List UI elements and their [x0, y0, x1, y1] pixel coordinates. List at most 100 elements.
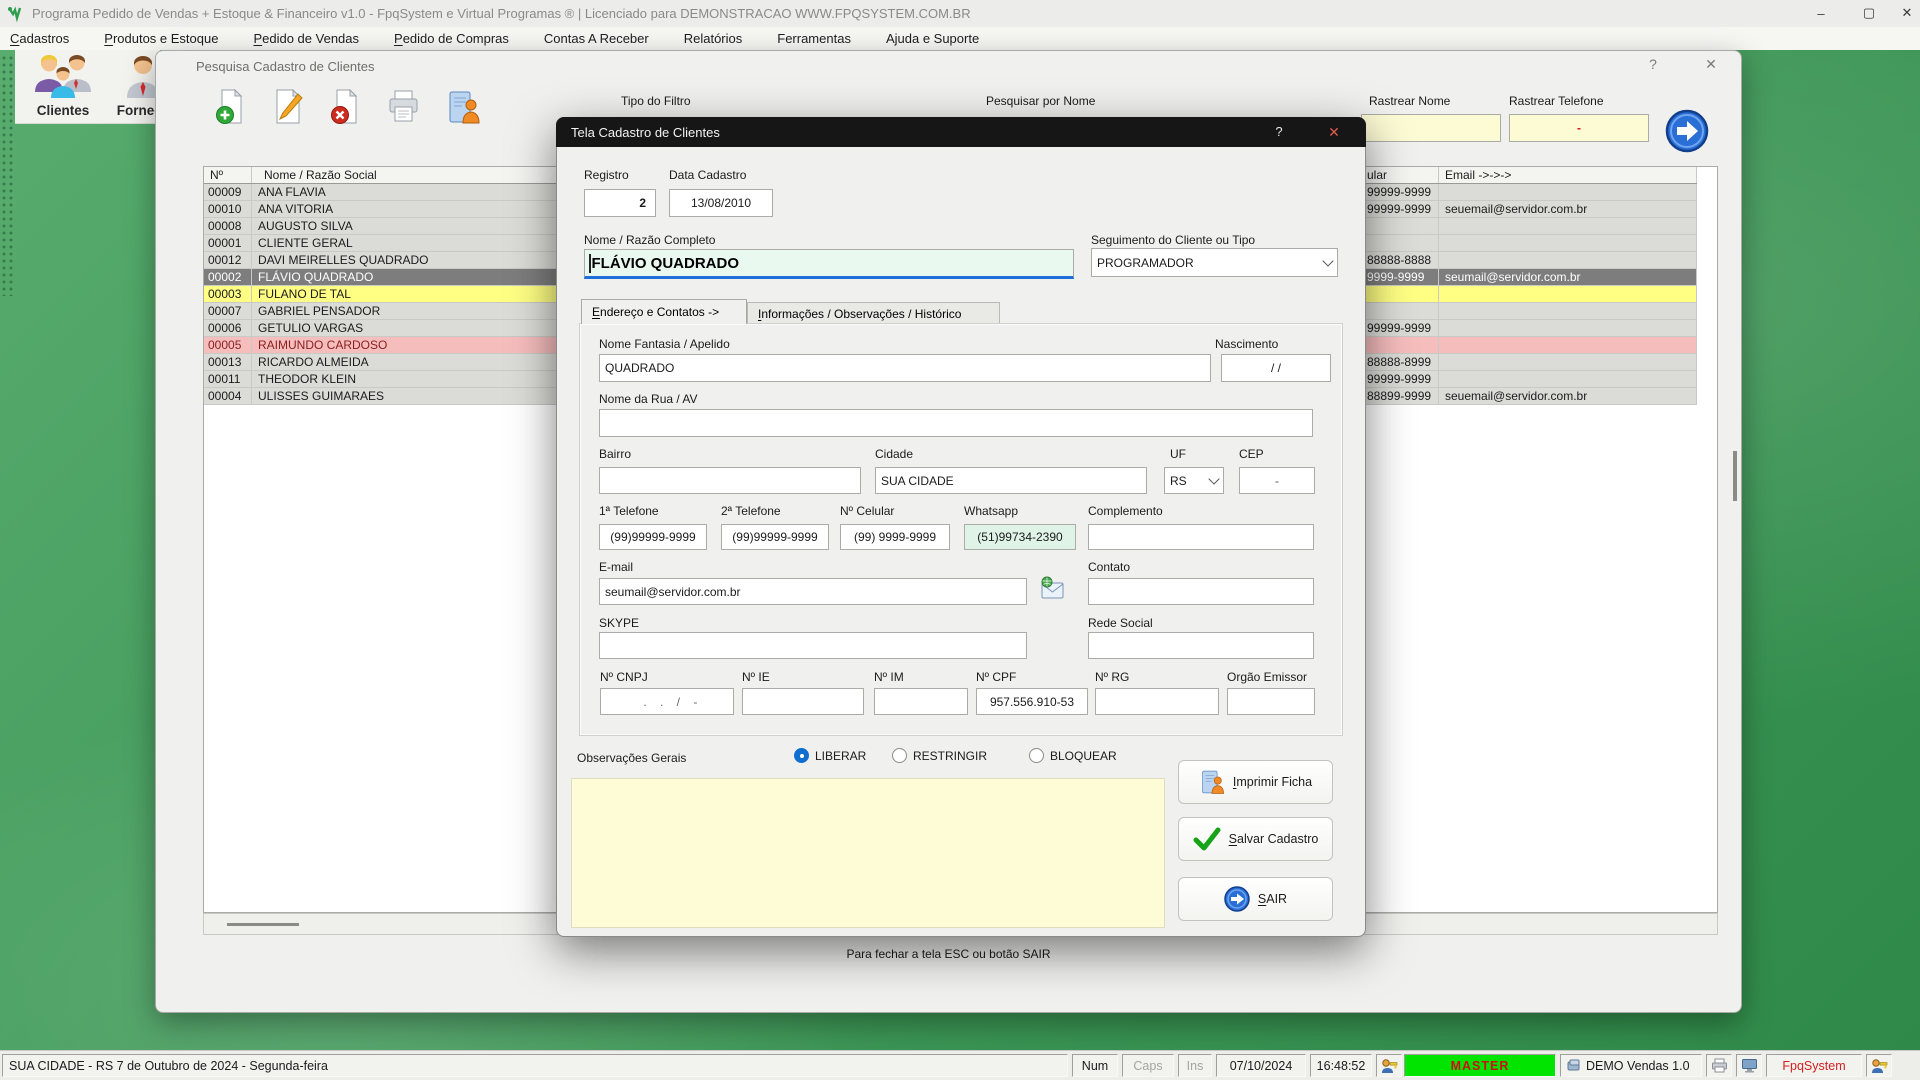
header-num[interactable]: Nº: [204, 167, 252, 183]
nascimento-input[interactable]: [1221, 354, 1331, 382]
close-button[interactable]: ✕: [1890, 0, 1920, 26]
seguimento-value: PROGRAMADOR: [1097, 256, 1194, 270]
monitor-icon: [1741, 1058, 1758, 1073]
cell-cel: 88888-8999: [1364, 354, 1439, 370]
rua-input[interactable]: [599, 409, 1313, 437]
im-input[interactable]: [874, 688, 968, 715]
status-location: SUA CIDADE - RS 7 de Outubro de 2024 - S…: [2, 1054, 1068, 1077]
tab-endereco-contatos[interactable]: Endereço e Contatos ->: [581, 299, 747, 324]
print-list-button[interactable]: [383, 87, 423, 127]
skype-input[interactable]: [599, 632, 1027, 659]
pesquisa-help-button[interactable]: ?: [1640, 56, 1666, 72]
telefone1-input[interactable]: [599, 524, 707, 550]
minimize-button[interactable]: –: [1804, 0, 1838, 26]
modal-help-button[interactable]: ?: [1268, 124, 1290, 139]
contato-input[interactable]: [1088, 578, 1314, 605]
observacoes-textarea[interactable]: [571, 778, 1165, 928]
cell-cel: 88888-8888: [1364, 252, 1439, 268]
cnpj-input[interactable]: [600, 688, 734, 715]
cell-num: 00013: [204, 354, 252, 370]
rg-input[interactable]: [1095, 688, 1219, 715]
menu-ajuda-e-suporte[interactable]: Ajuda e Suporte: [886, 31, 979, 46]
send-email-button[interactable]: [1039, 576, 1065, 605]
cell-email: [1439, 235, 1697, 251]
uf-select[interactable]: RS: [1164, 467, 1224, 494]
status-date: 07/10/2024: [1216, 1054, 1306, 1077]
cell-cel: 88899-9999: [1364, 388, 1439, 404]
cell-num: 00012: [204, 252, 252, 268]
menu-pedido-de-vendas[interactable]: Pedido de Vendas: [253, 31, 359, 46]
rastrear-nome-input[interactable]: [1361, 114, 1501, 142]
seguimento-select[interactable]: PROGRAMADOR: [1091, 248, 1338, 277]
pesquisa-close-button[interactable]: ✕: [1698, 56, 1724, 73]
data-cadastro-field[interactable]: 13/08/2010: [669, 189, 773, 217]
shortcut-clientes[interactable]: Clientes: [23, 52, 103, 118]
menu-pedido-de-compras[interactable]: Pedido de Compras: [394, 31, 509, 46]
ie-input[interactable]: [742, 688, 864, 715]
cell-cel: [1364, 218, 1439, 234]
complemento-input[interactable]: [1088, 524, 1314, 550]
status-num-lock: Num: [1072, 1054, 1118, 1077]
telefone2-label: 2ª Telefone: [721, 504, 781, 518]
text-caret: [589, 254, 591, 273]
menu-produtos-e-estoque[interactable]: Produtos e Estoque: [104, 31, 218, 46]
celular-input[interactable]: [840, 524, 950, 550]
maximize-button[interactable]: ▢: [1852, 0, 1886, 26]
imprimir-ficha-button[interactable]: Imprimir Ficha: [1178, 760, 1333, 804]
demo-box-icon: [1567, 1059, 1581, 1072]
bairro-input[interactable]: [599, 467, 861, 494]
whatsapp-input[interactable]: [964, 524, 1076, 550]
radio-liberar[interactable]: LIBERAR: [794, 748, 866, 763]
cell-email: [1439, 286, 1697, 302]
edit-record-button[interactable]: [269, 87, 309, 127]
client-card-button[interactable]: [443, 87, 483, 127]
header-celular[interactable]: ular: [1364, 167, 1439, 183]
modal-close-button[interactable]: ✕: [1322, 124, 1346, 141]
orgao-emissor-label: Orgão Emissor: [1227, 670, 1307, 684]
tab-informacoes-observacoes[interactable]: Informações / Observações / Histórico: [747, 302, 1000, 324]
cell-cel: [1364, 303, 1439, 319]
new-record-button[interactable]: [211, 87, 251, 127]
cep-input[interactable]: [1239, 467, 1315, 494]
status-brand: FpqSystem: [1766, 1054, 1862, 1077]
nascimento-label: Nascimento: [1215, 337, 1278, 351]
desktop: Clientes Fornece Pesquisa Cadastro de Cl…: [0, 50, 1920, 1050]
menu-ferramentas[interactable]: Ferramentas: [777, 31, 851, 46]
search-go-button[interactable]: [1665, 109, 1709, 158]
rastrear-nome-label: Rastrear Nome: [1369, 94, 1450, 108]
bairro-label: Bairro: [599, 447, 631, 461]
sair-button[interactable]: SAIR: [1178, 877, 1333, 921]
cidade-input[interactable]: [875, 467, 1147, 494]
nome-fantasia-input[interactable]: [599, 354, 1211, 382]
registro-field[interactable]: 2: [584, 189, 656, 217]
radio-restringir[interactable]: RESTRINGIR: [892, 748, 987, 763]
delete-record-button[interactable]: [326, 87, 366, 127]
salvar-cadastro-button[interactable]: Salvar Cadastro: [1178, 817, 1333, 861]
celular-label: Nº Celular: [840, 504, 894, 518]
cnpj-label: Nº CNPJ: [600, 670, 648, 684]
rastrear-telefone-input[interactable]: -: [1509, 114, 1649, 142]
rede-social-input[interactable]: [1088, 632, 1314, 659]
status-caps-lock: Caps: [1122, 1054, 1174, 1077]
edit-record-icon: [271, 89, 307, 125]
menu-contas-a-receber[interactable]: Contas A Receber: [544, 31, 649, 46]
email-input[interactable]: [599, 578, 1027, 605]
menu-relatorios[interactable]: Relatórios: [684, 31, 743, 46]
header-email[interactable]: Email ->->->: [1439, 167, 1697, 183]
radio-bloquear[interactable]: BLOQUEAR: [1029, 748, 1117, 763]
radio-label: RESTRINGIR: [913, 749, 987, 763]
telefone2-input[interactable]: [721, 524, 829, 550]
cpf-input[interactable]: [976, 688, 1088, 715]
orgao-emissor-input[interactable]: [1227, 688, 1315, 715]
uf-label: UF: [1170, 447, 1186, 461]
cell-num: 00007: [204, 303, 252, 319]
app-titlebar: Programa Pedido de Vendas + Estoque & Fi…: [0, 0, 1920, 27]
rg-label: Nº RG: [1095, 670, 1129, 684]
horizontal-scrollbar-thumb[interactable]: [227, 923, 299, 926]
vertical-scrollbar-thumb[interactable]: [1733, 451, 1737, 501]
radio-unselected-icon: [1029, 748, 1044, 763]
cell-email: seuemail@servidor.com.br: [1439, 388, 1697, 404]
nome-razao-field[interactable]: FLÁVIO QUADRADO: [584, 249, 1074, 279]
rua-label: Nome da Rua / AV: [599, 392, 698, 406]
menu-cadastros[interactable]: Cadastros: [10, 31, 69, 46]
